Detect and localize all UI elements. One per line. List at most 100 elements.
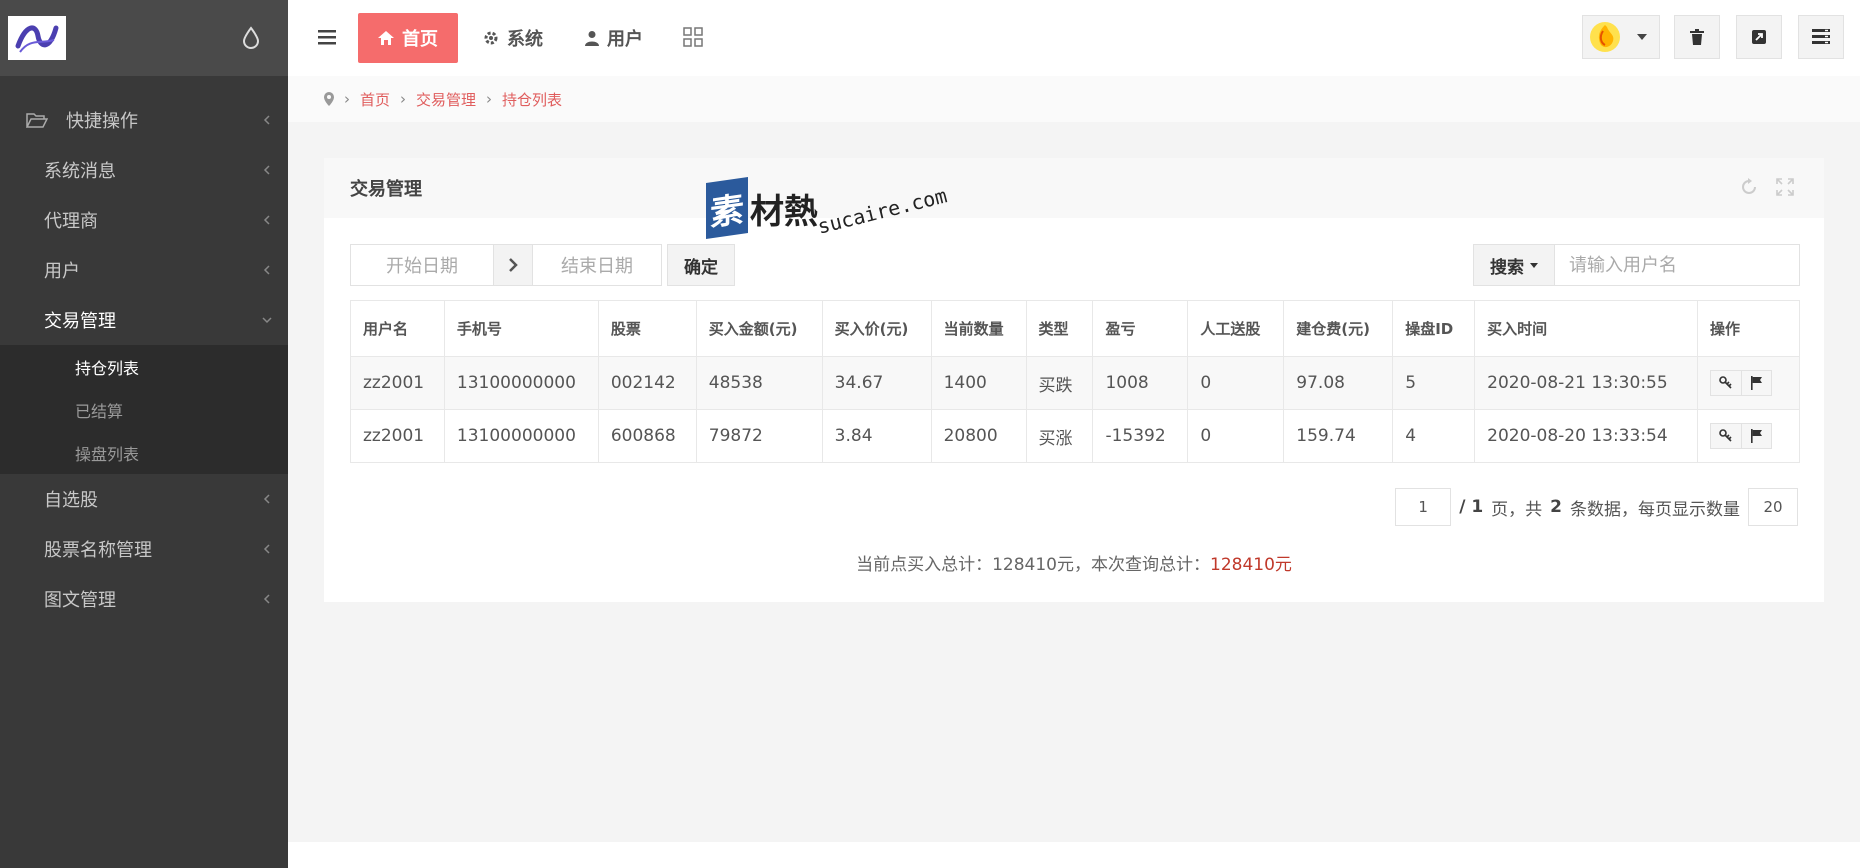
cell-actions [1697, 409, 1800, 463]
nav-home-button[interactable]: 首页 [358, 13, 458, 63]
cell-username: zz2001 [350, 356, 445, 410]
external-link-button[interactable] [1736, 15, 1782, 59]
flag-icon [1750, 376, 1762, 390]
totals-prefix: 当前点买入总计：128410元，本次查询总计： [856, 555, 1210, 575]
chevron-left-icon [263, 165, 270, 175]
sidebar-item-watchlist[interactable]: 自选股 [0, 474, 288, 524]
trash-icon [1690, 29, 1704, 45]
breadcrumb-separator: › [486, 90, 493, 108]
sidebar-item-agents[interactable]: 代理商 [0, 195, 288, 245]
fullscreen-icon[interactable] [1776, 178, 1794, 196]
sidebar-item-label: 用户 [44, 261, 80, 282]
page-number-input[interactable]: 1 [1395, 488, 1452, 526]
search-type-dropdown[interactable]: 搜索 [1473, 244, 1555, 286]
cell-username: zz2001 [350, 409, 445, 463]
sidebar-item-stock-names[interactable]: 股票名称管理 [0, 524, 288, 574]
user-avatar-dropdown[interactable] [1582, 15, 1660, 59]
row-actions [1710, 423, 1773, 449]
nav-user-button[interactable]: 用户 [585, 13, 643, 63]
column-header: 手机号 [443, 300, 599, 357]
cell-operation-id: 4 [1392, 409, 1476, 463]
cell-operation-id: 5 [1392, 356, 1476, 410]
column-header: 买入价(元) [821, 300, 932, 357]
logo[interactable] [8, 16, 66, 60]
sidebar-subitem-positions[interactable]: 持仓列表 [0, 345, 288, 388]
nav-system-label: 系统 [507, 29, 543, 50]
breadcrumb-trade[interactable]: 交易管理 [416, 89, 476, 110]
column-header: 类型 [1025, 300, 1094, 357]
sidebar-menu: 快捷操作 系统消息 代理商 用户 交易管理 持仓列表 已结算 操盘列表 自选股 … [0, 95, 288, 624]
user-icon [585, 31, 599, 46]
server-list-icon [1812, 29, 1830, 44]
column-header: 买入金额(元) [695, 300, 823, 357]
row-key-button[interactable] [1711, 424, 1742, 448]
breadcrumb-positions[interactable]: 持仓列表 [502, 89, 562, 110]
row-key-button[interactable] [1711, 371, 1742, 395]
settings-panel-button[interactable] [1798, 15, 1844, 59]
positions-table: 用户名 手机号 股票 买入金额(元) 买入价(元) 当前数量 类型 盈亏 人工送… [350, 300, 1800, 463]
sidebar-item-label: 交易管理 [44, 311, 116, 332]
breadcrumb-home[interactable]: 首页 [360, 89, 390, 110]
sidebar-item-label: 股票名称管理 [44, 540, 152, 561]
trade-panel: 交易管理 开始日期 结束日期 确定 搜索 用户名 手机号 [324, 158, 1824, 602]
table-row: zz2001 13100000000 002142 48538 34.67 14… [350, 356, 1800, 410]
search-input[interactable] [1554, 244, 1800, 286]
sidebar-item-shortcuts[interactable]: 快捷操作 [0, 95, 288, 145]
topbar: 首页 系统 用户 [288, 0, 1860, 76]
chevron-left-icon [263, 265, 270, 275]
theme-drop-icon[interactable] [240, 26, 262, 50]
caret-down-icon [1637, 34, 1647, 40]
page-size-input[interactable]: 20 [1748, 488, 1798, 526]
key-icon [1719, 429, 1732, 442]
refresh-icon[interactable] [1740, 178, 1758, 196]
filter-bar: 开始日期 结束日期 确定 搜索 [350, 244, 1800, 286]
confirm-button[interactable]: 确定 [667, 244, 735, 286]
panel-title: 交易管理 [350, 179, 422, 200]
cell-actions [1697, 356, 1800, 410]
cell-phone: 13100000000 [443, 356, 599, 410]
sidebar-item-articles[interactable]: 图文管理 [0, 574, 288, 624]
row-flag-button[interactable] [1741, 371, 1772, 395]
nav-user-label: 用户 [607, 29, 643, 50]
cell-quantity: 1400 [930, 356, 1027, 410]
nav-system-button[interactable]: 系统 [483, 13, 543, 63]
sidebar-item-label: 图文管理 [44, 590, 116, 611]
cell-buy-price: 34.67 [821, 356, 932, 410]
nav-home-label: 首页 [402, 29, 438, 50]
key-icon [1719, 376, 1732, 389]
sidebar-item-messages[interactable]: 系统消息 [0, 145, 288, 195]
breadcrumb-separator: › [344, 90, 350, 108]
logo-area [0, 0, 288, 76]
cell-buy-amount: 48538 [695, 356, 823, 410]
chevron-left-icon [263, 594, 270, 604]
sidebar-item-users[interactable]: 用户 [0, 245, 288, 295]
hamburger-menu-icon[interactable] [318, 28, 336, 46]
search-type-label: 搜索 [1490, 257, 1524, 278]
cell-type: 买涨 [1025, 409, 1094, 463]
apps-grid-icon[interactable] [683, 27, 703, 47]
cell-buy-amount: 79872 [695, 409, 823, 463]
sidebar-item-trade[interactable]: 交易管理 [0, 295, 288, 345]
end-date-input[interactable]: 结束日期 [532, 244, 662, 286]
cell-open-fee: 97.08 [1283, 356, 1394, 410]
breadcrumb: › 首页 › 交易管理 › 持仓列表 [288, 76, 1860, 122]
totals-value: 128410元 [1210, 555, 1292, 575]
chevron-down-icon [262, 317, 272, 324]
cell-buy-price: 3.84 [821, 409, 932, 463]
sidebar-subitem-operations[interactable]: 操盘列表 [0, 431, 288, 474]
row-flag-button[interactable] [1741, 424, 1772, 448]
record-count: 2 [1550, 497, 1562, 517]
column-header: 建仓费(元) [1283, 300, 1394, 357]
start-date-input[interactable]: 开始日期 [350, 244, 494, 286]
sidebar-subitem-label: 已结算 [75, 401, 124, 421]
home-icon [378, 31, 394, 45]
column-header: 盈亏 [1092, 300, 1189, 357]
sidebar-subitem-settled[interactable]: 已结算 [0, 388, 288, 431]
column-header: 操作 [1697, 300, 1800, 357]
cell-stock: 600868 [597, 409, 697, 463]
clear-cache-button[interactable] [1674, 15, 1720, 59]
cell-quantity: 20800 [930, 409, 1027, 463]
column-header: 当前数量 [930, 300, 1027, 357]
date-range-arrow [493, 244, 533, 286]
cell-bonus-shares: 0 [1187, 409, 1285, 463]
